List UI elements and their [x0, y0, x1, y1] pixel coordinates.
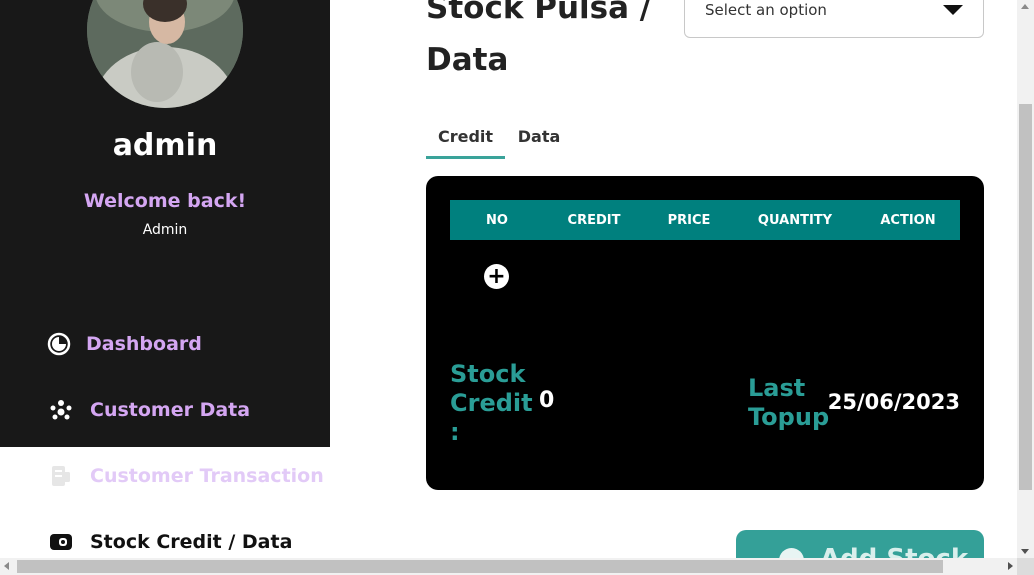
page-title-line-1: Stock Pulsa / — [426, 0, 652, 26]
caret-down-icon — [943, 5, 963, 15]
avatar — [87, 0, 243, 108]
customers-icon — [49, 398, 73, 422]
scroll-down-arrow-icon[interactable] — [1021, 549, 1029, 554]
vertical-scrollbar[interactable] — [1017, 0, 1034, 558]
page-title: Stock Pulsa / Data — [426, 0, 666, 86]
select-placeholder: Select an option — [705, 1, 827, 19]
sidebar-item-label: Stock Credit / Data — [90, 531, 293, 553]
sidebar-item-label: Customer Transaction — [90, 465, 324, 487]
horizontal-scrollbar[interactable] — [0, 558, 1017, 575]
column-header-quantity: QUANTITY — [757, 212, 833, 228]
horizontal-scroll-thumb[interactable] — [17, 560, 943, 573]
username: admin — [112, 128, 218, 163]
last-topup-label: Last Topup — [748, 374, 830, 431]
dashboard-icon — [47, 332, 71, 356]
active-tab-indicator — [426, 156, 505, 159]
column-header-price: PRICE — [667, 212, 711, 228]
wallet-icon — [49, 530, 73, 554]
page-title-line-2: Data — [426, 42, 509, 78]
sidebar-item-stock-credit-data[interactable]: Stock Credit / Data — [49, 530, 292, 554]
column-header-no: NO — [486, 212, 508, 228]
sidebar-item-label: Dashboard — [86, 333, 202, 355]
vertical-scroll-thumb[interactable] — [1019, 104, 1032, 490]
option-select[interactable]: Select an option — [684, 0, 984, 38]
add-row-button[interactable]: + — [484, 264, 509, 289]
stock-credit-label: Stock Credit : — [450, 360, 533, 446]
sidebar-item-customer-data[interactable]: Customer Data — [49, 398, 250, 422]
user-role: Admin — [142, 222, 188, 238]
welcome-text: Welcome back! — [83, 190, 247, 212]
scroll-left-arrow-icon[interactable] — [4, 562, 9, 570]
tab-data[interactable]: Data — [505, 127, 573, 146]
sidebar-item-customer-transaction[interactable]: Customer Transaction — [49, 464, 324, 488]
last-topup-value: 25/06/2023 — [827, 390, 960, 414]
scroll-right-arrow-icon[interactable] — [1008, 562, 1013, 570]
receipt-icon — [49, 464, 73, 488]
app-root: admin Welcome back! Admin Dashboard Cust… — [0, 0, 1034, 575]
scroll-up-arrow-icon[interactable] — [1021, 4, 1029, 9]
sidebar: admin Welcome back! Admin — [0, 0, 330, 447]
column-header-action: ACTION — [880, 212, 936, 228]
stock-card: NO CREDIT PRICE QUANTITY ACTION + Stock … — [426, 176, 984, 490]
table-header: NO CREDIT PRICE QUANTITY ACTION — [450, 200, 960, 240]
scrollbar-corner — [1017, 558, 1034, 575]
sidebar-item-dashboard[interactable]: Dashboard — [47, 332, 202, 356]
column-header-credit: CREDIT — [567, 212, 621, 228]
stock-credit-value: 0 — [539, 388, 555, 413]
sidebar-item-label: Customer Data — [90, 399, 251, 421]
tab-credit[interactable]: Credit — [426, 127, 505, 146]
